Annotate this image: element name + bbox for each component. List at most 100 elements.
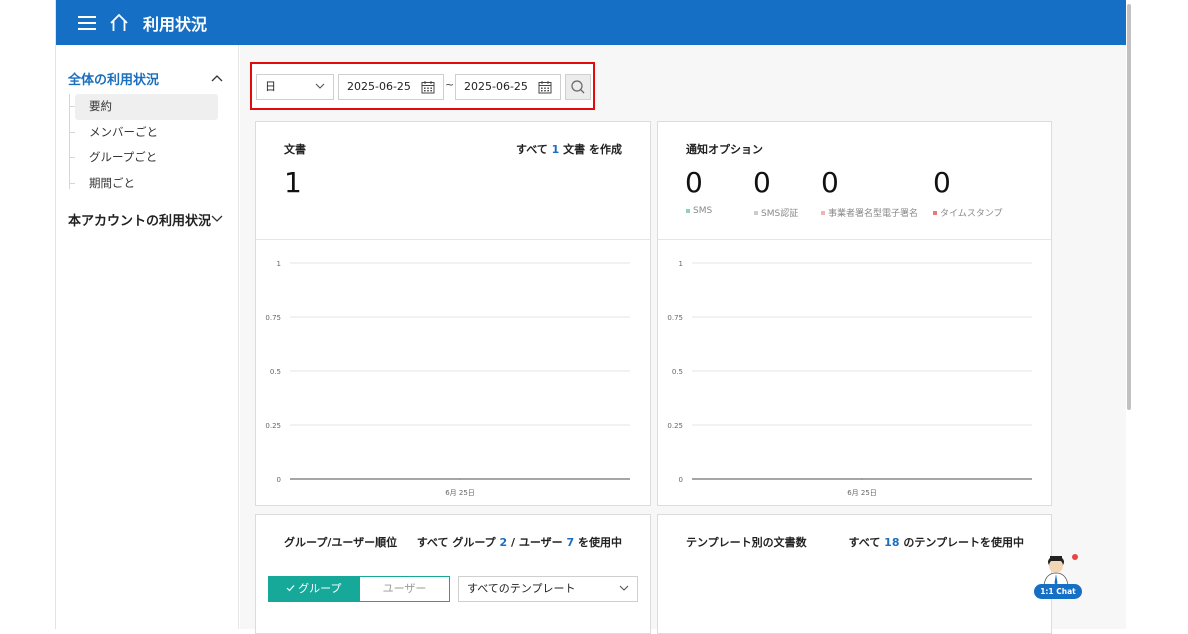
summary-text: すべて <box>516 143 548 156</box>
sidebar: 全体の利用状況 要約 メンバーごと グループごと 期間ごと 本アカウントの利用状… <box>56 45 239 629</box>
scrollbar[interactable] <box>1126 0 1132 629</box>
home-icon[interactable] <box>109 13 129 33</box>
ranking-card-title: グループ/ユーザー順位 <box>284 536 398 549</box>
start-date-value: 2025-06-25 <box>347 80 411 93</box>
scrollbar-thumb[interactable] <box>1127 4 1131 410</box>
tree-line <box>69 94 70 189</box>
calendar-icon[interactable] <box>421 80 435 94</box>
documents-card: 文書 すべて 1 文書 を作成 1 1 0.75 0.5 0.25 0 6月 25日 <box>255 121 651 506</box>
legend-label: タイムスタンプ <box>940 209 1003 219</box>
sidebar-item-members[interactable]: メンバーごと <box>69 120 218 146</box>
page-title: 利用状況 <box>143 14 208 34</box>
y-tick-label: 0.25 <box>265 422 281 430</box>
user-count: 7 <box>566 536 575 549</box>
template-select[interactable]: すべてのテンプレート <box>458 576 638 602</box>
stat-business-signature-value: 0 <box>821 166 839 199</box>
end-date-input[interactable]: 2025-06-25 <box>455 74 561 100</box>
data-point <box>459 478 461 480</box>
legend-business-signature: 事業者署名型電子署名 <box>821 206 918 219</box>
documents-chart: 1 0.75 0.5 0.25 0 6月 25日 <box>265 260 630 497</box>
sidebar-item-label: 期間ごと <box>89 175 135 190</box>
period-select[interactable]: 日 <box>256 74 334 100</box>
summary-text: すべて グループ <box>416 536 496 549</box>
legend-timestamp: タイムスタンプ <box>933 206 1003 219</box>
notification-options-card: 通知オプション 0 0 0 0 SMS SMS認証 事業者署名型電子署名 タイム… <box>657 121 1052 506</box>
notification-dot <box>1072 554 1078 560</box>
y-tick-label: 0.75 <box>265 314 281 322</box>
chat-widget[interactable]: 1:1 Chat <box>1032 552 1084 600</box>
summary-text: / ユーザー <box>511 536 563 549</box>
template-select-value: すべてのテンプレート <box>467 582 576 595</box>
tab-label: グループ <box>298 582 342 595</box>
y-tick-label: 0.75 <box>667 314 683 322</box>
template-card-title: テンプレート別の文書数 <box>686 536 807 549</box>
stat-sms-auth-value: 0 <box>753 166 771 199</box>
period-select-value: 日 <box>265 80 276 93</box>
documents-total: 1 <box>284 166 302 199</box>
tab-user[interactable]: ユーザー <box>359 576 450 602</box>
notification-chart: 1 0.75 0.5 0.25 0 6月 25日 <box>667 260 1032 497</box>
main-content: 日 2025-06-25 ~ 2025-06-25 文書 すべて 1 文書 を作… <box>240 45 1126 634</box>
legend-label: SMS認証 <box>761 209 799 219</box>
sidebar-item-label: グループごと <box>89 150 158 164</box>
stat-sms-value: 0 <box>685 166 703 199</box>
check-icon <box>286 585 295 592</box>
sidebar-section-overall[interactable]: 全体の利用状況 <box>56 68 239 88</box>
sidebar-item-label: メンバーごと <box>89 124 158 139</box>
end-date-value: 2025-06-25 <box>464 80 528 93</box>
summary-text: のテンプレートを使用中 <box>903 536 1024 549</box>
hamburger-menu-icon[interactable] <box>78 15 96 30</box>
group-count: 2 <box>499 536 508 549</box>
summary-text: 文書 を作成 <box>563 143 622 156</box>
legend-label: 事業者署名型電子署名 <box>828 209 919 219</box>
chevron-down-icon <box>211 215 223 222</box>
legend-swatch <box>821 210 825 215</box>
sidebar-section-account[interactable]: 本アカウントの利用状況 <box>56 209 239 229</box>
template-summary: すべて 18 のテンプレートを使用中 <box>849 534 1024 550</box>
stat-timestamp-value: 0 <box>933 166 951 199</box>
sidebar-item-summary[interactable]: 要約 <box>69 94 218 120</box>
sidebar-section-label: 全体の利用状況 <box>68 72 160 88</box>
legend-sms: SMS <box>686 206 712 216</box>
sidebar-section-label: 本アカウントの利用状況 <box>68 213 212 229</box>
sidebar-item-groups[interactable]: グループごと <box>69 145 218 171</box>
y-tick-label: 0.5 <box>672 368 683 376</box>
x-tick-label: 6月 25日 <box>847 489 877 497</box>
chevron-down-icon <box>619 585 629 591</box>
chevron-down-icon <box>315 83 325 89</box>
y-tick-label: 1 <box>277 260 281 268</box>
y-tick-label: 0 <box>679 476 683 484</box>
top-bar: 利用状況 <box>56 0 1126 45</box>
y-tick-label: 0 <box>277 476 281 484</box>
legend-swatch <box>933 210 937 215</box>
y-tick-label: 0.25 <box>667 422 683 430</box>
start-date-input[interactable]: 2025-06-25 <box>338 74 444 100</box>
summary-text: すべて <box>848 536 881 549</box>
legend-swatch <box>686 209 690 213</box>
chevron-up-icon <box>211 75 223 82</box>
legend-swatch <box>754 210 758 215</box>
tab-group[interactable]: グループ <box>268 576 359 602</box>
summary-count: 1 <box>551 143 560 156</box>
y-tick-label: 1 <box>679 260 683 268</box>
documents-card-title: 文書 <box>284 143 306 156</box>
date-filter: 日 2025-06-25 ~ 2025-06-25 <box>250 62 595 110</box>
legend-sms-auth: SMS認証 <box>754 206 798 219</box>
sidebar-item-periods[interactable]: 期間ごと <box>69 171 218 197</box>
sidebar-submenu: 要約 メンバーごと グループごと 期間ごと <box>68 94 239 196</box>
ranking-tabs: グループ ユーザー <box>268 576 450 602</box>
app-frame: 利用状況 全体の利用状況 要約 メンバーごと グループごと 期間ごと 本アカウン… <box>55 0 1126 634</box>
search-icon <box>571 80 585 94</box>
ranking-summary: すべて グループ 2 / ユーザー 7 を使用中 <box>417 534 622 550</box>
data-point <box>861 478 863 480</box>
summary-text: を使用中 <box>578 536 622 549</box>
tab-label: ユーザー <box>382 582 427 595</box>
documents-summary: すべて 1 文書 を作成 <box>516 141 622 157</box>
sidebar-item-label: 要約 <box>89 99 112 113</box>
calendar-icon[interactable] <box>538 80 552 94</box>
y-tick-label: 0.5 <box>270 368 281 376</box>
search-button[interactable] <box>565 74 591 100</box>
ranking-card: グループ/ユーザー順位 すべて グループ 2 / ユーザー 7 を使用中 グルー… <box>255 514 651 634</box>
x-tick-label: 6月 25日 <box>445 489 475 497</box>
date-range-separator: ~ <box>445 78 455 91</box>
